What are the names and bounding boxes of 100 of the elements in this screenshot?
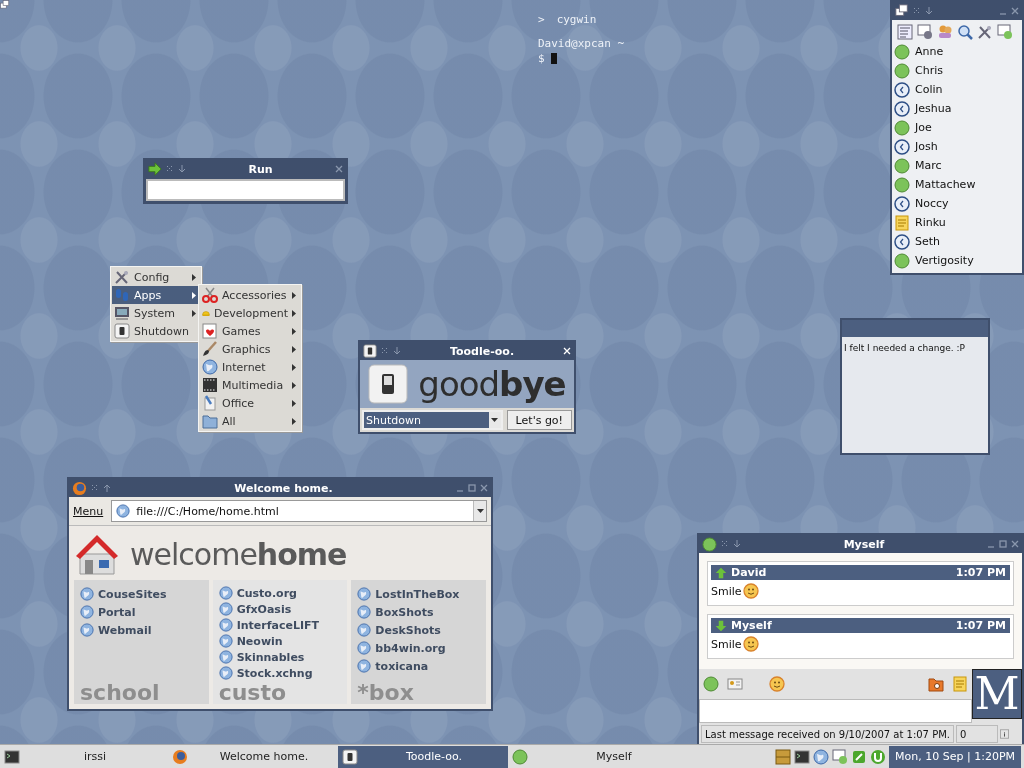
menu-item-label: Shutdown [134, 324, 190, 338]
bookmark-link[interactable]: Webmail [80, 622, 203, 638]
taskbar-button[interactable]: Myself [508, 745, 698, 768]
menu-item[interactable]: System [112, 304, 200, 322]
buddy-item[interactable]: Noccy [894, 194, 1020, 213]
buddy-item[interactable]: Colin [894, 80, 1020, 99]
panel-watermark: *box [357, 682, 415, 704]
menu-item[interactable]: Internet [200, 358, 300, 376]
menu-item[interactable]: Accessories [200, 286, 300, 304]
switch-icon [363, 344, 377, 358]
globe-icon [357, 605, 372, 619]
menu-item-label: Apps [134, 288, 163, 302]
taskbar-button[interactable]: irssi [0, 745, 168, 768]
chat-bubble-icon [917, 24, 933, 40]
menu-item[interactable]: Games [200, 322, 300, 340]
bookmark-link[interactable]: Portal [80, 604, 203, 620]
menu-item[interactable]: Multimedia [200, 376, 300, 394]
menu-item-label: Config [134, 270, 171, 284]
status-dot-icon [894, 119, 910, 136]
buddy-item[interactable]: Mattachew [894, 175, 1020, 194]
bookmark-link[interactable]: Custo.org [218, 586, 342, 600]
buddy-item[interactable]: Joe [894, 118, 1020, 137]
bookmark-link[interactable]: InterfaceLIFT [218, 618, 342, 632]
bookmark-link[interactable]: BoxShots [357, 604, 480, 620]
goodbye-logo: goodbye [418, 364, 566, 404]
panel-watermark: custo [218, 682, 288, 704]
arrow-down-icon[interactable] [733, 540, 741, 548]
bookmark-link[interactable]: Neowin [218, 634, 342, 648]
globe-icon [80, 587, 94, 601]
menu-link[interactable]: Menu [73, 504, 104, 518]
menu-item-label: Internet [222, 360, 267, 374]
windows-icon [0, 0, 10, 10]
menu-item[interactable]: Apps [112, 286, 200, 304]
menu-item-label: System [134, 306, 177, 320]
buddy-item[interactable]: Chris [894, 61, 1020, 80]
note-text: I felt I needed a change. :P [844, 343, 965, 353]
status-dot-icon [894, 62, 910, 79]
avatar-tile: M [972, 669, 1022, 719]
address-field[interactable]: file:///C:/Home/home.html [111, 500, 487, 522]
submenu-arrow-icon [292, 309, 296, 317]
switch-icon [342, 748, 358, 765]
window-title: Run [247, 162, 274, 176]
run-input-field[interactable] [146, 179, 345, 201]
bookmark-link[interactable]: LostInTheBox [357, 586, 480, 602]
house-icon [74, 532, 120, 576]
bookmark-link[interactable]: Stock.xchng [218, 666, 342, 680]
contact-card-icon [727, 676, 743, 692]
window-title: Welcome home. [233, 481, 334, 495]
grip-icon[interactable] [913, 7, 921, 15]
smiley-icon [742, 636, 759, 652]
buddy-item[interactable]: Marc [894, 156, 1020, 175]
taskbar-button[interactable]: Toodle-oo. [338, 745, 508, 768]
taskbar-button[interactable]: Welcome home. [168, 745, 338, 768]
info-icon[interactable] [1000, 727, 1009, 741]
message-input-field[interactable] [699, 699, 972, 723]
globe-icon [80, 623, 94, 637]
bookmark-link[interactable]: CouseSites [80, 586, 203, 602]
menu-item[interactable]: Development [200, 304, 300, 322]
menu-item[interactable]: All [200, 412, 300, 430]
bookmark-link[interactable]: Skinnables [218, 650, 342, 664]
grip-icon[interactable] [166, 165, 174, 173]
buddy-item[interactable]: Rinku [894, 213, 1020, 232]
terminal-icon [4, 748, 20, 765]
menu-item-label: Accessories [222, 288, 288, 302]
bookmark-link[interactable]: GfxOasis [218, 602, 342, 616]
status-dot-icon [894, 252, 910, 269]
arrow-up-icon[interactable] [103, 484, 111, 492]
action-dropdown[interactable]: Shutdown [362, 410, 503, 430]
buddy-item[interactable]: Josh [894, 137, 1020, 156]
window-title: Myself [842, 537, 886, 551]
maximize-icon[interactable] [999, 540, 1007, 548]
arrow-down-icon[interactable] [178, 165, 186, 173]
menu-item[interactable]: Office [200, 394, 300, 412]
grip-icon[interactable] [91, 484, 99, 492]
globe-icon [357, 659, 372, 673]
grip-icon[interactable] [381, 347, 389, 355]
globe-icon [357, 587, 372, 601]
message-time: 1:07 PM [955, 619, 1006, 632]
message-sender: Myself [731, 619, 772, 632]
menu-item-label: Office [222, 396, 256, 410]
grip-icon[interactable] [721, 540, 729, 548]
bookmark-link[interactable]: DeskShots [357, 622, 480, 638]
bookmark-link[interactable]: bb4win.org [357, 640, 480, 656]
buddy-item[interactable]: Jeshua [894, 99, 1020, 118]
arrow-down-icon[interactable] [393, 347, 401, 355]
message-text: Smile [711, 584, 742, 598]
menu-item[interactable]: Shutdown [112, 322, 200, 340]
arrow-down-icon[interactable] [925, 7, 933, 15]
buddy-item[interactable]: Seth [894, 232, 1020, 251]
buddy-item[interactable]: Vertigosity [894, 251, 1020, 270]
menu-item[interactable]: Config [112, 268, 200, 286]
menu-item[interactable]: Graphics [200, 340, 300, 358]
maximize-icon[interactable] [468, 484, 476, 492]
buddy-item[interactable]: Anne [894, 42, 1020, 61]
terminal-icon [794, 748, 811, 765]
document-icon [202, 395, 218, 411]
go-button[interactable]: Let's go! [506, 410, 572, 430]
bookmark-link[interactable]: toxicana [357, 658, 480, 674]
status-dot-icon [512, 748, 528, 765]
arrow-up-icon [715, 566, 727, 579]
